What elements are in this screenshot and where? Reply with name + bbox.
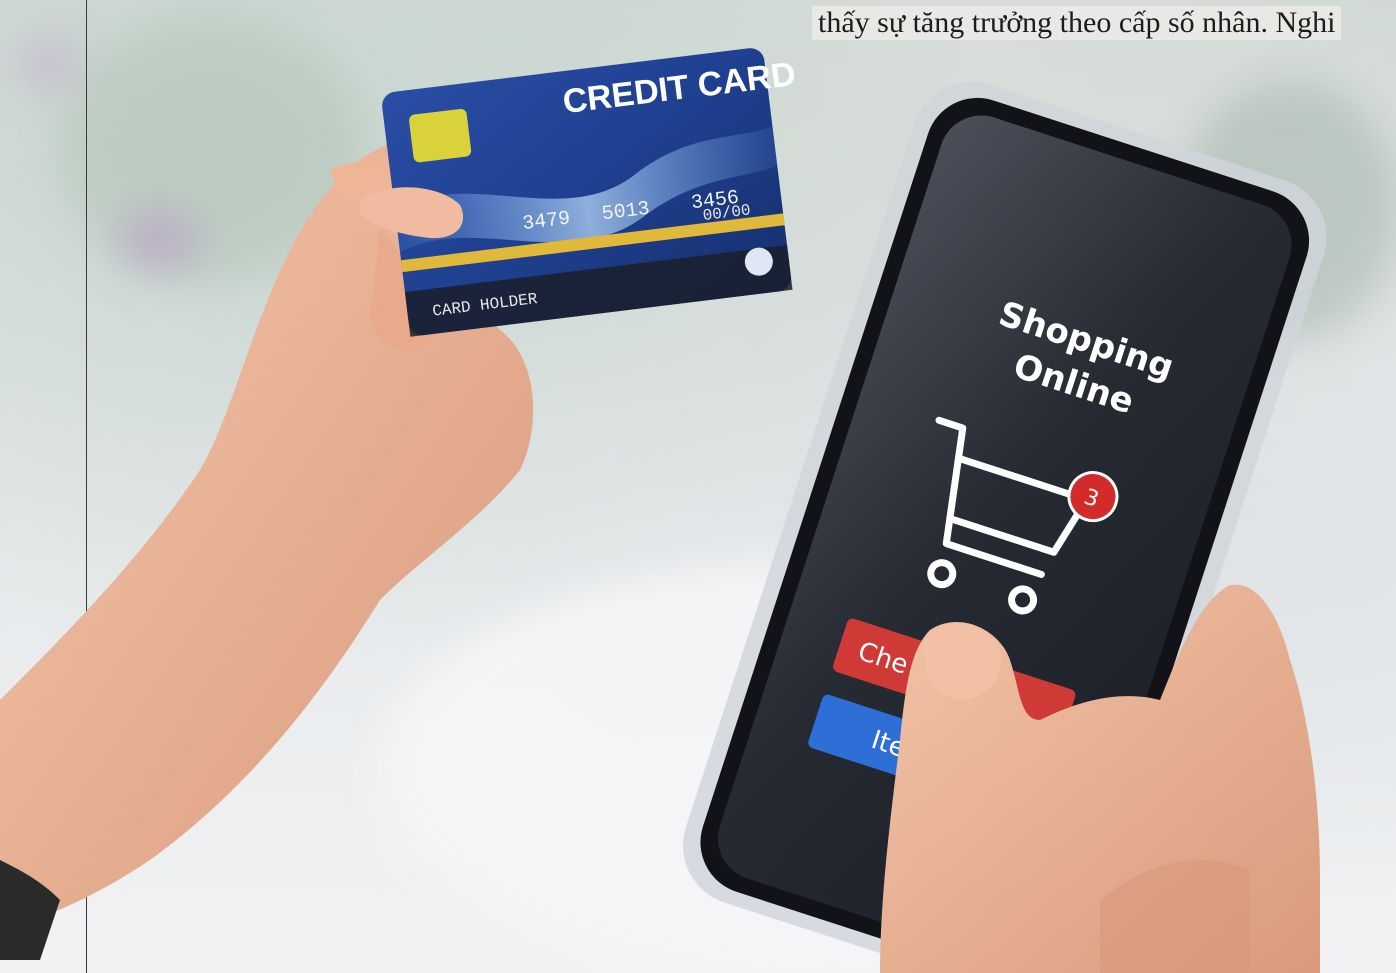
card-chip bbox=[409, 108, 472, 163]
photo-illustration: CREDIT CARD 3479 5013 3456 00/00 CARD HO… bbox=[0, 48, 1327, 973]
article-caption-text: thấy sự tăng trưởng theo cấp số nhân. Ng… bbox=[812, 6, 1342, 40]
photo-scene: CREDIT CARD 3479 5013 3456 00/00 CARD HO… bbox=[0, 0, 1396, 973]
credit-card: CREDIT CARD 3479 5013 3456 00/00 CARD HO… bbox=[382, 48, 798, 337]
